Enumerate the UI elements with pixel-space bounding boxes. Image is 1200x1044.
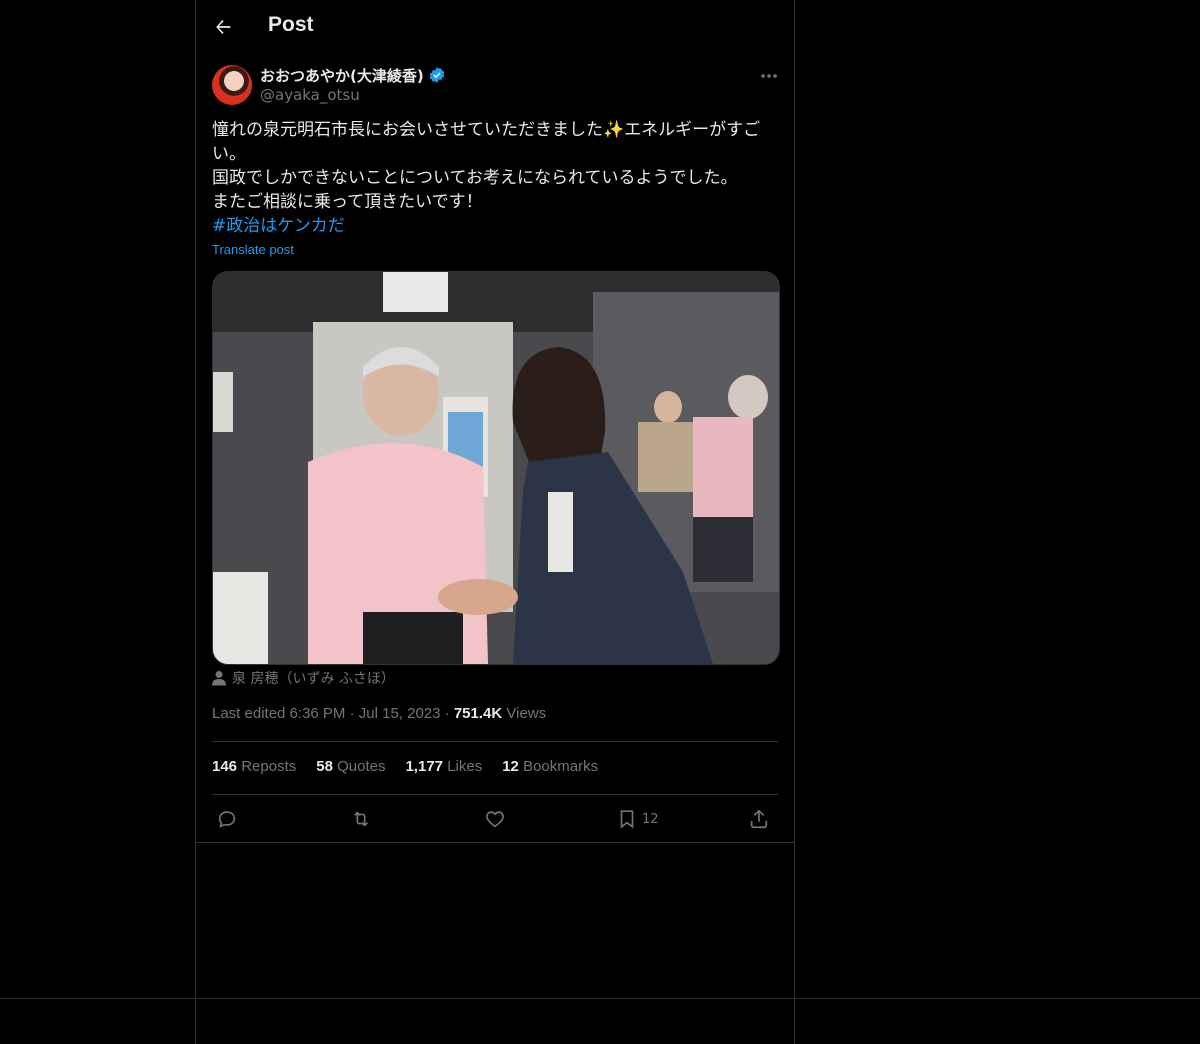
bookmark-count: 12: [642, 811, 659, 827]
views-count: 751.4K: [453, 705, 503, 722]
reposts-count: 146: [212, 758, 238, 775]
views-label: Views: [506, 705, 547, 722]
likes-count: 1,177: [405, 758, 444, 775]
post-date[interactable]: Jul 15, 2023: [359, 705, 441, 722]
reply-button[interactable]: [216, 808, 238, 830]
back-arrow-icon[interactable]: [212, 16, 234, 38]
author-name-row: おおつあやか(大津綾香): [260, 64, 446, 86]
quotes-label: Quotes: [337, 758, 386, 775]
avatar[interactable]: [212, 65, 252, 105]
repost-icon: [353, 811, 369, 827]
bookmark-button[interactable]: 12: [616, 808, 659, 830]
divider: [212, 794, 778, 795]
quotes-count: 58: [316, 758, 333, 775]
bookmarks-label: Bookmarks: [523, 758, 599, 775]
heart-icon: [486, 811, 504, 828]
share-icon: [750, 809, 768, 829]
hashtag-link[interactable]: #政治はケンカだ: [212, 216, 345, 236]
likes-label: Likes: [447, 758, 483, 775]
translate-post-link[interactable]: Translate post: [212, 242, 294, 257]
post-text: 憧れの泉元明石市長にお会いさせていただきました✨エネルギーがすごい。 国政でしか…: [212, 118, 778, 238]
repost-button[interactable]: [350, 808, 372, 830]
quotes-stat[interactable]: 58 Quotes: [316, 758, 385, 775]
post-photo[interactable]: [212, 271, 780, 665]
action-bar: 12: [212, 806, 778, 834]
engagement-stats: 146 Reposts 58 Quotes 1,177 Likes 12 Boo…: [212, 758, 618, 775]
bookmark-icon: [620, 810, 634, 829]
author-handle[interactable]: @ayaka_otsu: [260, 86, 360, 104]
page-header: Post: [196, 0, 794, 53]
person-icon: [212, 671, 226, 686]
photo-tag[interactable]: 泉 房穂（いずみ ふさほ）: [212, 668, 395, 688]
page-title: Post: [268, 13, 314, 36]
likes-stat[interactable]: 1,177 Likes: [405, 758, 482, 775]
more-options-icon[interactable]: [758, 66, 780, 86]
divider: [212, 741, 778, 742]
author-name[interactable]: おおつあやか(大津綾香): [260, 65, 424, 86]
photo-tag-label: 泉 房穂（いずみ ふさほ）: [232, 671, 395, 687]
photo-illustration: [213, 272, 779, 664]
bookmarks-count: 12: [502, 758, 519, 775]
bookmarks-stat[interactable]: 12 Bookmarks: [502, 758, 598, 775]
main-column: Post おおつあやか(大津綾香) @ayaka_otsu 憧れの泉元明石市長に…: [195, 0, 795, 1044]
reply-icon: [218, 811, 236, 828]
bottom-divider: [0, 998, 1200, 999]
divider: [196, 842, 794, 843]
share-button[interactable]: [748, 808, 770, 830]
post-meta: Last edited 6:36 PM · Jul 15, 2023 · 751…: [212, 705, 547, 722]
edited-time[interactable]: Last edited 6:36 PM: [212, 705, 345, 722]
verified-badge-icon: [429, 67, 444, 83]
post-body: 憧れの泉元明石市長にお会いさせていただきました✨エネルギーがすごい。 国政でしか…: [212, 120, 761, 212]
reposts-label: Reposts: [241, 758, 297, 775]
reposts-stat[interactable]: 146 Reposts: [212, 758, 296, 775]
like-button[interactable]: [484, 808, 506, 830]
